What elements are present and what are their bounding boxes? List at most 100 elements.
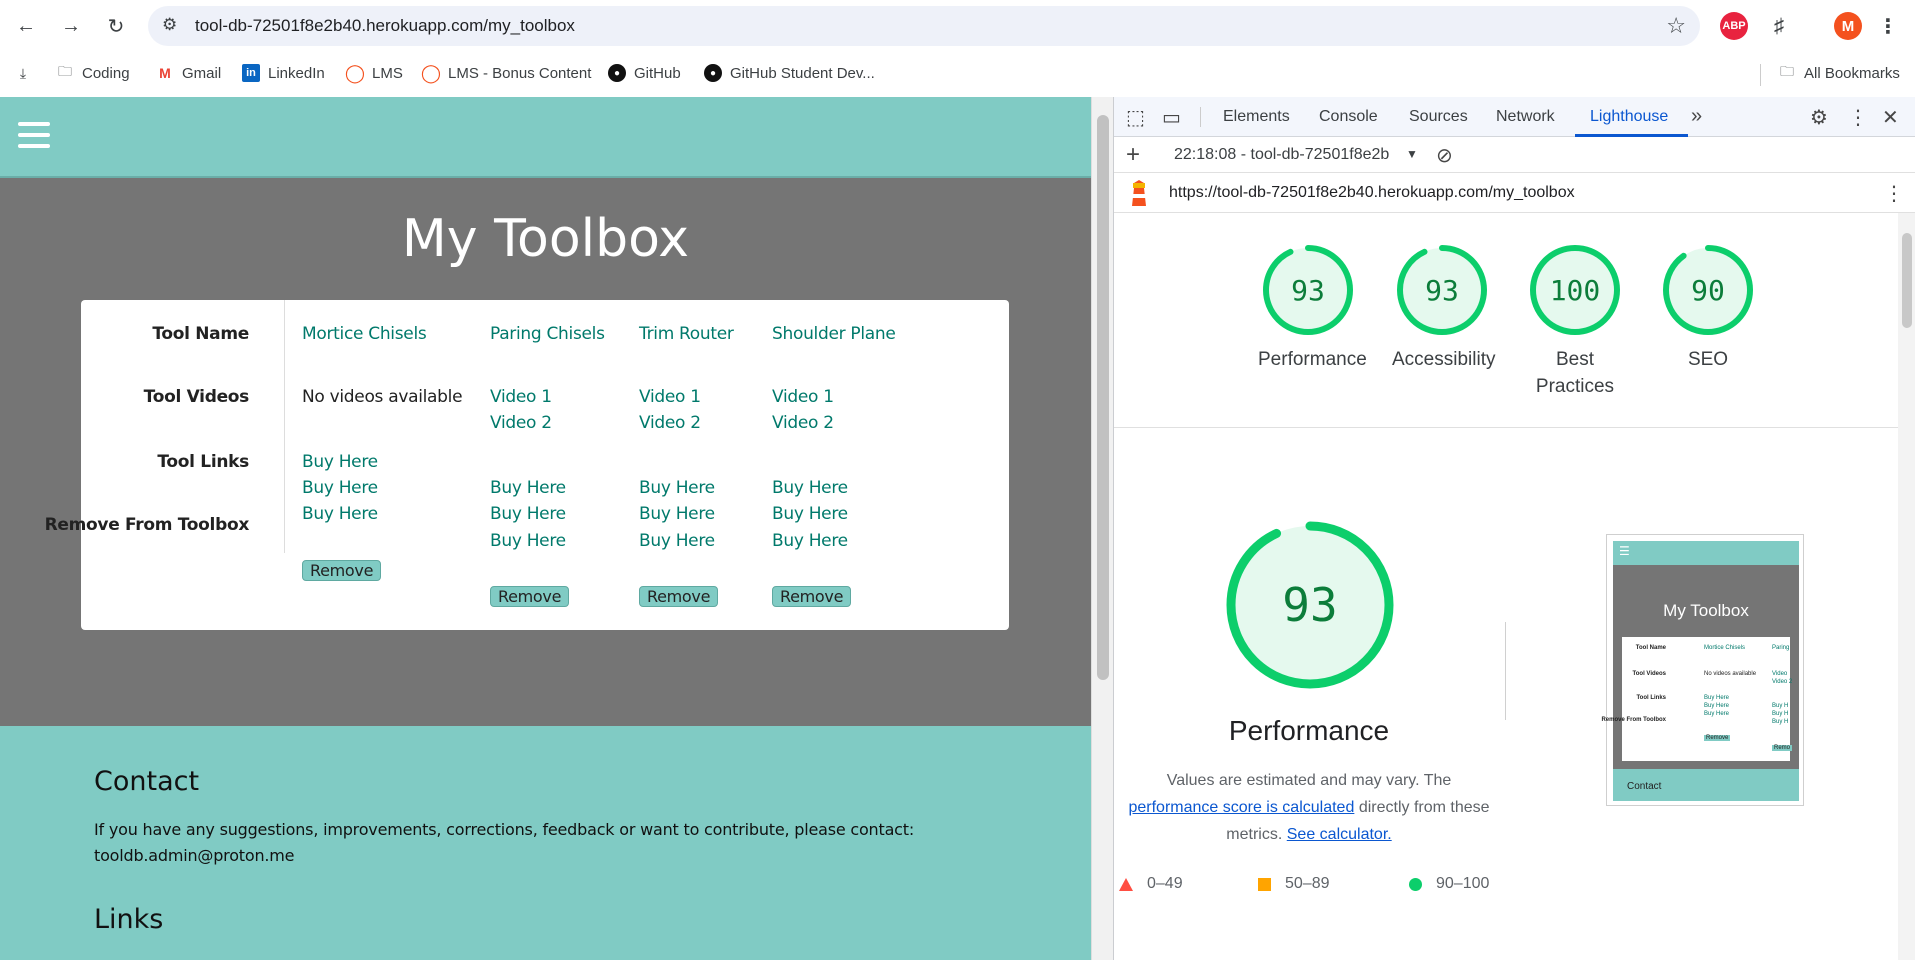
devtools-menu-icon[interactable]: ⋮	[1848, 105, 1868, 130]
buy-here-link[interactable]: Buy Here	[639, 504, 715, 524]
remove-button[interactable]: Remove	[490, 586, 570, 607]
scrollbar-thumb[interactable]	[1902, 233, 1912, 328]
bookmark-github-student[interactable]: ● GitHub Student Dev...	[704, 64, 875, 82]
section-divider	[1114, 427, 1898, 428]
video-link[interactable]: Video 2	[490, 413, 552, 433]
remove-button[interactable]: Remove	[302, 560, 382, 581]
buy-here-link[interactable]: Buy Here	[302, 478, 378, 498]
page-title: My Toolbox	[401, 209, 690, 269]
bookmark-divider	[1760, 64, 1761, 86]
adblock-icon[interactable]: ABP	[1720, 12, 1748, 40]
performance-heading: Performance	[1228, 715, 1390, 746]
page-viewport: My Toolbox Tool Name Tool Videos Tool Li…	[0, 97, 1091, 960]
bookmark-gmail[interactable]: M Gmail	[156, 64, 221, 82]
gauge-ring: 100	[1530, 245, 1620, 335]
hamburger-menu-icon[interactable]	[18, 122, 50, 148]
bookmark-star-icon[interactable]: ☆	[1666, 13, 1686, 39]
score-legend: 0–49 50–89 90–100	[1119, 875, 1519, 899]
gauge-ring: 90	[1663, 245, 1753, 335]
score-value: 93	[1425, 274, 1459, 307]
toolbox-table: Tool Name Tool Videos Tool Links Remove …	[45, 300, 1009, 630]
bookmark-coding[interactable]: 🗀 Coding	[56, 63, 130, 82]
final-screenshot-thumbnail[interactable]: ☰ My Toolbox Tool Name Tool Videos Tool …	[1601, 534, 1804, 806]
device-toolbar-icon[interactable]: ▭	[1162, 105, 1181, 130]
close-icon[interactable]: ✕	[1882, 105, 1899, 130]
site-info-icon[interactable]: ⚙	[162, 15, 177, 35]
tab-lighthouse[interactable]: Lighthouse	[1590, 108, 1668, 126]
buy-here-link[interactable]: Buy Here	[639, 478, 715, 498]
tab-sources[interactable]: Sources	[1409, 108, 1468, 126]
bookmark-lms[interactable]: ◯ LMS	[344, 62, 403, 83]
tab-console[interactable]: Console	[1319, 108, 1378, 126]
browser-toolbar: ← → ↻ ⚙ tool-db-72501f8e2b40.herokuapp.c…	[0, 0, 1915, 52]
profile-avatar[interactable]: M	[1834, 12, 1862, 40]
tab-network[interactable]: Network	[1496, 108, 1555, 126]
circle-icon	[1409, 877, 1422, 891]
buy-here-link[interactable]: Buy Here	[302, 504, 378, 524]
forward-icon[interactable]: →	[55, 10, 87, 42]
video-link[interactable]: Video 1	[490, 387, 552, 407]
gauge-ring: 93	[1397, 245, 1487, 335]
report-menu-icon[interactable]: ⋮	[1884, 181, 1904, 206]
video-link[interactable]: Video 1	[639, 387, 701, 407]
score-gauge-best-practices[interactable]: 100 Best Practices	[1525, 242, 1625, 400]
score-label: SEO	[1687, 349, 1729, 370]
row-header-remove: Remove From Toolbox	[44, 515, 250, 535]
tool-name-link[interactable]: Shoulder Plane	[772, 324, 896, 344]
tool-name-link[interactable]: Mortice Chisels	[302, 324, 427, 344]
remove-button[interactable]: Remove	[639, 586, 719, 607]
new-report-plus-icon[interactable]: +	[1126, 141, 1140, 169]
devtools-panel: ⬚ ▭ Elements Console Sources Network Lig…	[1113, 97, 1915, 960]
buy-here-link[interactable]: Buy Here	[772, 504, 848, 524]
bookmark-linkedin[interactable]: in LinkedIn	[242, 64, 325, 82]
downloads-icon[interactable]: ⤓	[14, 64, 32, 82]
all-bookmarks[interactable]: 🗀 All Bookmarks	[1778, 63, 1900, 82]
clear-reports-icon[interactable]: ⊘	[1436, 143, 1453, 168]
lms-icon: ◯	[344, 62, 366, 83]
score-gauge-performance[interactable]: 93 Performance	[1258, 242, 1367, 373]
thumb-card: Tool Name Tool Videos Tool Links Remove …	[1601, 637, 1792, 761]
buy-here-link[interactable]: Buy Here	[490, 478, 566, 498]
score-calculated-link[interactable]: performance score is calculated	[1128, 799, 1354, 816]
buy-here-link[interactable]: Buy Here	[490, 504, 566, 524]
buy-here-link[interactable]: Buy Here	[490, 531, 566, 551]
video-link[interactable]: Video 1	[772, 387, 834, 407]
tool-name-link[interactable]: Paring Chisels	[490, 324, 605, 344]
bookmarks-bar: ⤓ 🗀 Coding M Gmail in LinkedIn ◯ LMS ◯ LMS - …	[0, 52, 1915, 97]
site-footer: Contact If you have any suggestions, imp…	[0, 726, 1091, 960]
chevron-down-icon[interactable]: ▼	[1406, 147, 1418, 161]
gauge-ring: 93	[1263, 245, 1353, 335]
video-link[interactable]: Video 2	[639, 413, 701, 433]
buy-here-link[interactable]: Buy Here	[772, 531, 848, 551]
audited-url: https://tool-db-72501f8e2b40.herokuapp.c…	[1169, 184, 1575, 201]
score-value: 90	[1691, 274, 1725, 307]
remove-button[interactable]: Remove	[772, 586, 852, 607]
performance-big-gauge: 93	[1215, 517, 1405, 698]
reload-icon[interactable]: ↻	[100, 10, 132, 42]
bookmark-github[interactable]: ● GitHub	[608, 64, 681, 82]
inspect-element-icon[interactable]: ⬚	[1126, 105, 1145, 130]
buy-here-link[interactable]: Buy Here	[302, 452, 378, 472]
video-link[interactable]: Video 2	[772, 413, 834, 433]
buy-here-link[interactable]: Buy Here	[772, 478, 848, 498]
buy-here-link[interactable]: Buy Here	[639, 531, 715, 551]
page-scrollbar[interactable]	[1091, 97, 1113, 960]
settings-gear-icon[interactable]: ⚙	[1810, 105, 1828, 130]
tab-elements[interactable]: Elements	[1223, 108, 1290, 126]
devtools-scrollbar[interactable]	[1898, 213, 1915, 960]
menu-kebab-icon[interactable]: ⋮	[1874, 12, 1902, 40]
bookmark-lms-bonus[interactable]: ◯ LMS - Bonus Content	[421, 63, 592, 83]
vertical-divider	[1505, 622, 1506, 720]
score-gauge-accessibility[interactable]: 93 Accessibility	[1392, 242, 1496, 373]
more-tabs-icon[interactable]: »	[1691, 105, 1702, 128]
extensions-icon[interactable]: ♯	[1765, 12, 1793, 40]
address-url[interactable]: tool-db-72501f8e2b40.herokuapp.com/my_to…	[195, 16, 575, 36]
see-calculator-link[interactable]: See calculator.	[1287, 826, 1392, 843]
address-bar[interactable]: ⚙ tool-db-72501f8e2b40.herokuapp.com/my_…	[148, 6, 1700, 46]
back-icon[interactable]: ←	[10, 10, 42, 42]
tool-name-link[interactable]: Trim Router	[639, 324, 734, 344]
score-label: Accessibility	[1392, 349, 1496, 370]
scrollbar-thumb[interactable]	[1097, 115, 1109, 680]
score-gauge-seo[interactable]: 90 SEO	[1658, 242, 1758, 373]
report-select[interactable]: 22:18:08 - tool-db-72501f8e2b	[1174, 146, 1389, 164]
